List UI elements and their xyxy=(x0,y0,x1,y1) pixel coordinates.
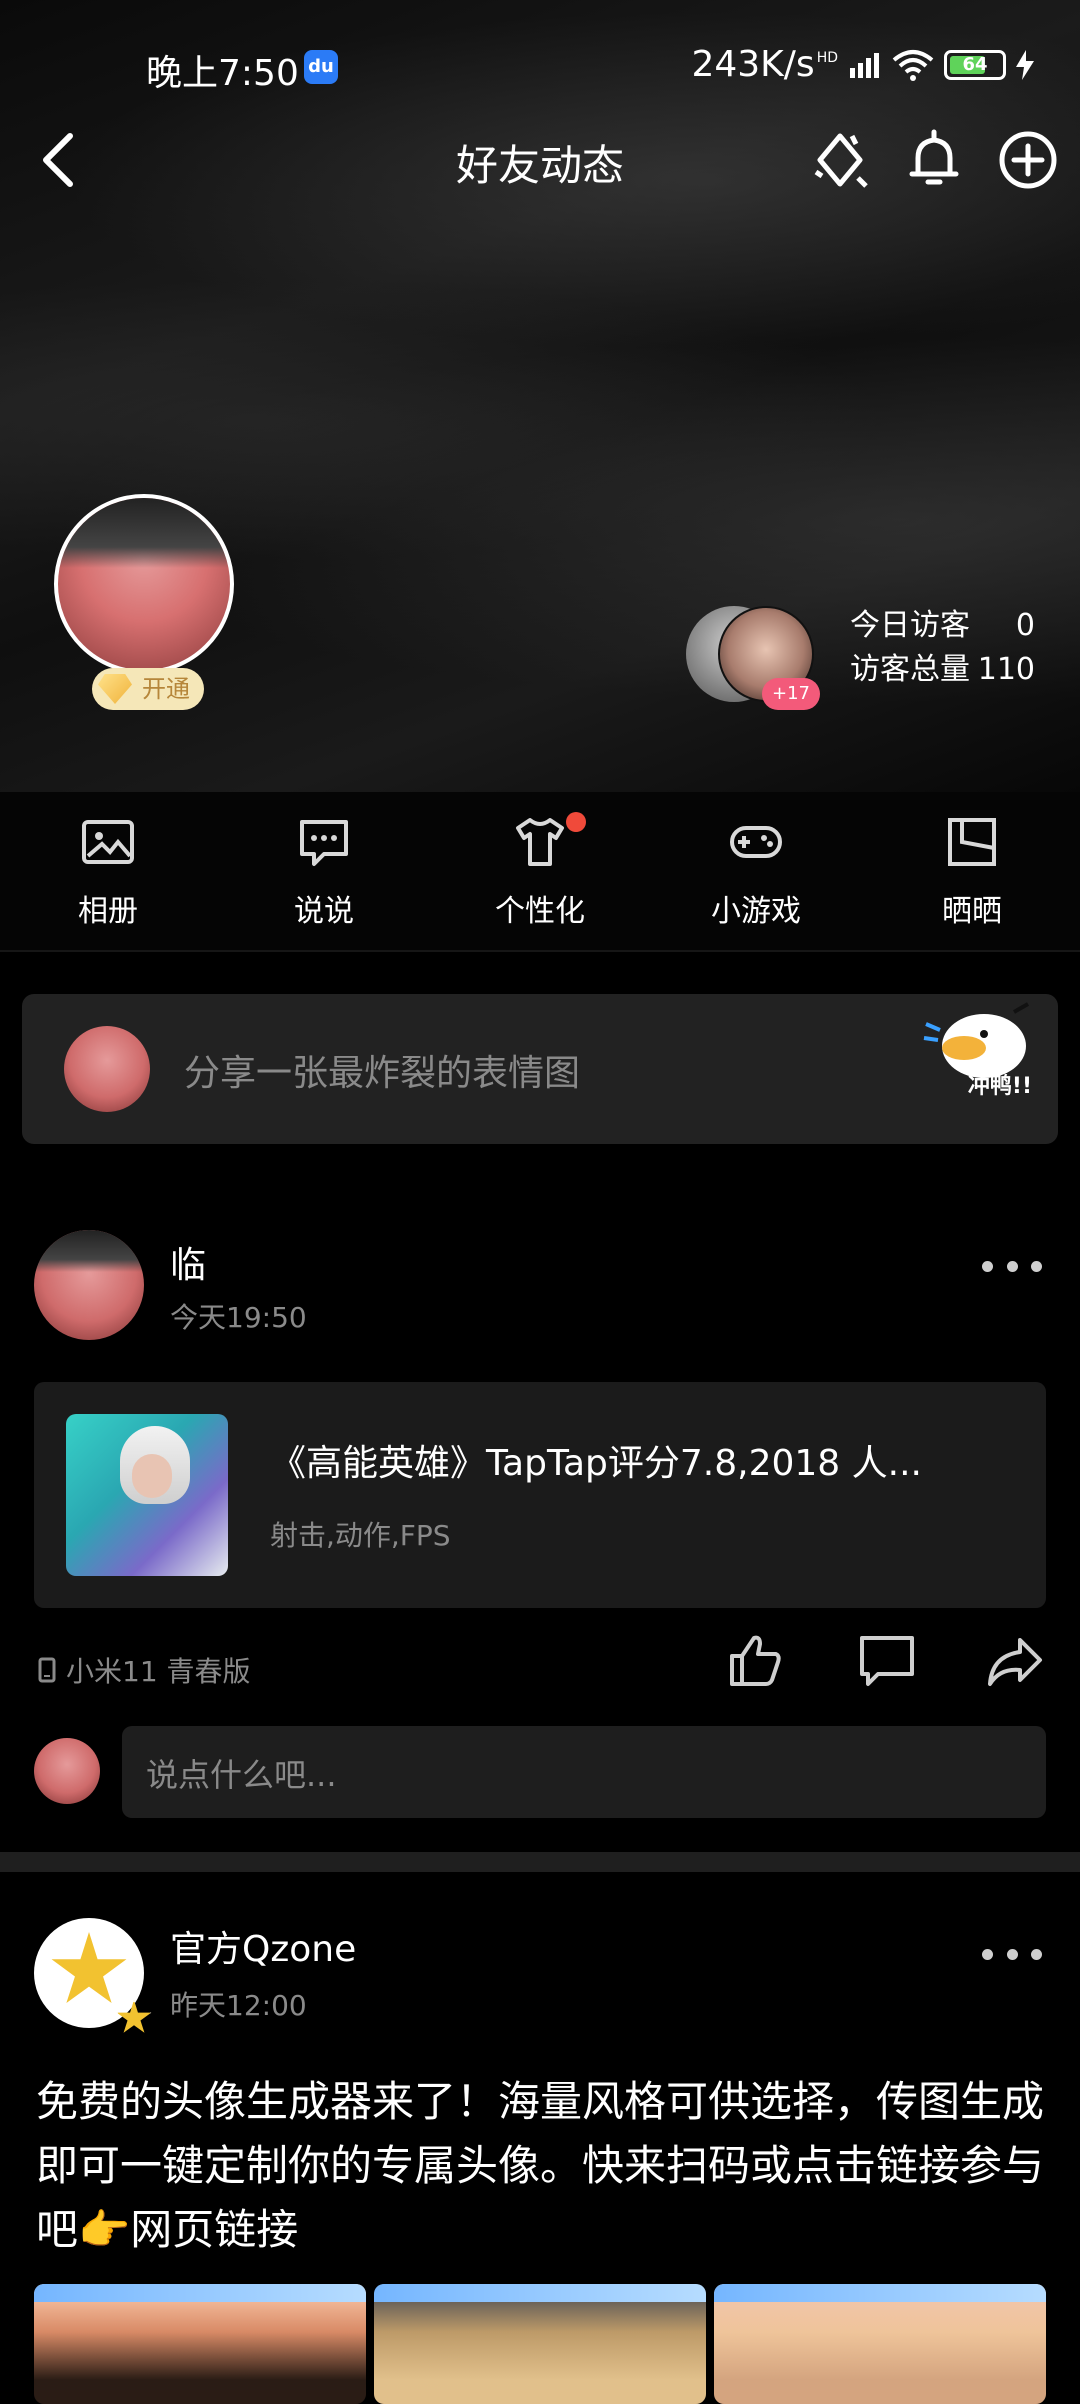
hd-label: HD xyxy=(816,49,838,66)
signal-icon xyxy=(850,52,879,78)
avatar xyxy=(34,1738,100,1804)
quicknav-showoff-label: 晒晒 xyxy=(942,894,1002,929)
comment-row: 说点什么吧... xyxy=(0,1726,1080,1820)
status-bar: 晚上7:50 du 243K/s HD 64 xyxy=(0,38,1080,98)
visitor-avatars[interactable]: +17 xyxy=(686,606,820,710)
avatar[interactable] xyxy=(34,1230,144,1340)
game-thumbnail xyxy=(66,1414,228,1576)
du-app-icon: du xyxy=(304,50,338,84)
duck-sticker-text: 冲鸭!! xyxy=(967,1074,1032,1099)
more-dot-icon xyxy=(1006,1948,1018,1960)
quick-nav: 相册 说说 个性化 小游戏 晒晒 xyxy=(0,792,1080,952)
more-options-button[interactable] xyxy=(982,1944,1042,1964)
battery-icon: 64 xyxy=(944,49,1006,80)
thumbs-up-icon xyxy=(730,1635,781,1686)
post-author[interactable]: 临 xyxy=(170,1236,206,1288)
top-bar: 好友动态 xyxy=(0,120,1080,200)
diamond-icon xyxy=(98,674,132,704)
quicknav-album[interactable]: 相册 xyxy=(18,812,198,930)
quicknav-shuoshuo[interactable]: 说说 xyxy=(234,812,414,930)
gamepad-icon xyxy=(730,826,782,858)
quicknav-personalize-label: 个性化 xyxy=(495,894,585,929)
visitor-stats[interactable]: 今日访客 0 访客总量 110 xyxy=(850,604,1035,692)
chat-bubble-icon xyxy=(300,820,348,866)
quicknav-album-label: 相册 xyxy=(78,894,138,929)
more-dot-icon xyxy=(982,1948,993,1960)
magic-sparkle-button[interactable] xyxy=(808,128,872,192)
plus-circle-icon xyxy=(999,131,1057,189)
network-speed: 243K/s xyxy=(691,44,815,85)
battery-level: 64 xyxy=(962,54,988,75)
today-visitors-value: 0 xyxy=(1015,608,1035,643)
more-dot-icon xyxy=(1031,1260,1042,1272)
game-card-title: 《高能英雄》TapTap评分7.8,2018 人... xyxy=(270,1443,922,1484)
visitor-more-count: +17 xyxy=(762,678,820,710)
frame-icon xyxy=(948,818,996,866)
total-visitors-row: 访客总量 110 xyxy=(850,648,1035,692)
total-visitors-label: 访客总量 xyxy=(850,652,970,687)
comment-button[interactable] xyxy=(856,1630,918,1692)
like-button[interactable] xyxy=(724,1630,786,1692)
quicknav-minigames-label: 小游戏 xyxy=(711,894,801,929)
avatar xyxy=(64,1026,150,1112)
charging-bolt-icon xyxy=(1016,49,1034,80)
verified-star-icon xyxy=(116,2000,152,2033)
profile-header: 晚上7:50 du 243K/s HD 64 好友动态 开通 +17 今日访客 … xyxy=(0,0,1080,792)
quicknav-shuoshuo-label: 说说 xyxy=(294,894,354,929)
today-visitors-row: 今日访客 0 xyxy=(850,604,1035,648)
feed-divider xyxy=(0,1852,1080,1872)
post-image-strip xyxy=(34,2284,1046,2404)
notification-dot xyxy=(566,812,586,832)
bell-icon xyxy=(909,129,959,185)
more-dot-icon xyxy=(1031,1948,1042,1960)
vip-open-label: 开通 xyxy=(142,675,190,703)
tshirt-icon xyxy=(516,818,564,866)
more-dot-icon xyxy=(1006,1260,1018,1272)
quicknav-minigames[interactable]: 小游戏 xyxy=(666,812,846,930)
status-right: 243K/s HD 64 xyxy=(691,44,1034,85)
shared-game-card[interactable]: 《高能英雄》TapTap评分7.8,2018 人... 射击,动作,FPS xyxy=(34,1382,1046,1608)
post-image[interactable] xyxy=(374,2284,706,2404)
more-dot-icon xyxy=(982,1260,993,1272)
qzone-star-icon xyxy=(51,1932,127,2003)
share-placeholder: 分享一张最炸裂的表情图 xyxy=(184,1053,581,1094)
qzone-avatar[interactable] xyxy=(34,1918,152,2033)
notifications-button[interactable] xyxy=(902,128,966,192)
game-card-tags: 射击,动作,FPS xyxy=(270,1519,451,1552)
post-text[interactable]: 免费的头像生成器来了！海量风格可供选择，传图生成即可一键定制你的专属头像。快来扫… xyxy=(36,2070,1046,2262)
status-time: 晚上7:50 xyxy=(146,53,299,94)
post-image[interactable] xyxy=(34,2284,366,2404)
feed-post: 临 今天19:50 《高能英雄》TapTap评分7.8,2018 人... 射击… xyxy=(0,1220,1080,1818)
today-visitors-label: 今日访客 xyxy=(850,608,970,643)
share-composer[interactable]: 分享一张最炸裂的表情图 冲鸭!! xyxy=(22,994,1058,1144)
post-image[interactable] xyxy=(714,2284,1046,2404)
add-button[interactable] xyxy=(996,128,1060,192)
comment-input[interactable]: 说点什么吧... xyxy=(122,1726,1046,1818)
more-options-button[interactable] xyxy=(982,1256,1042,1276)
phone-icon xyxy=(38,1657,56,1683)
profile-avatar[interactable] xyxy=(54,494,234,674)
post-time: 今天19:50 xyxy=(170,1301,307,1334)
photo-album-icon xyxy=(82,820,134,864)
vip-open-badge[interactable]: 开通 xyxy=(92,668,204,710)
device-label: 小米11 青春版 xyxy=(66,1655,251,1688)
share-arrow-icon xyxy=(988,1638,1042,1686)
total-visitors-value: 110 xyxy=(977,652,1035,687)
post-author[interactable]: 官方Qzone xyxy=(170,1920,356,1972)
device-info: 小米11 青春版 xyxy=(38,1650,251,1690)
sparkle-icon xyxy=(814,133,868,188)
quicknav-showoff[interactable]: 晒晒 xyxy=(882,812,1062,930)
wifi-icon xyxy=(892,49,934,81)
feed-post: 官方Qzone 昨天12:00 免费的头像生成器来了！海量风格可供选择，传图生成… xyxy=(0,1910,1080,2404)
post-time: 昨天12:00 xyxy=(170,1989,307,2022)
quicknav-personalize[interactable]: 个性化 xyxy=(450,812,630,930)
share-button[interactable] xyxy=(984,1630,1046,1692)
comment-icon xyxy=(860,1636,914,1686)
